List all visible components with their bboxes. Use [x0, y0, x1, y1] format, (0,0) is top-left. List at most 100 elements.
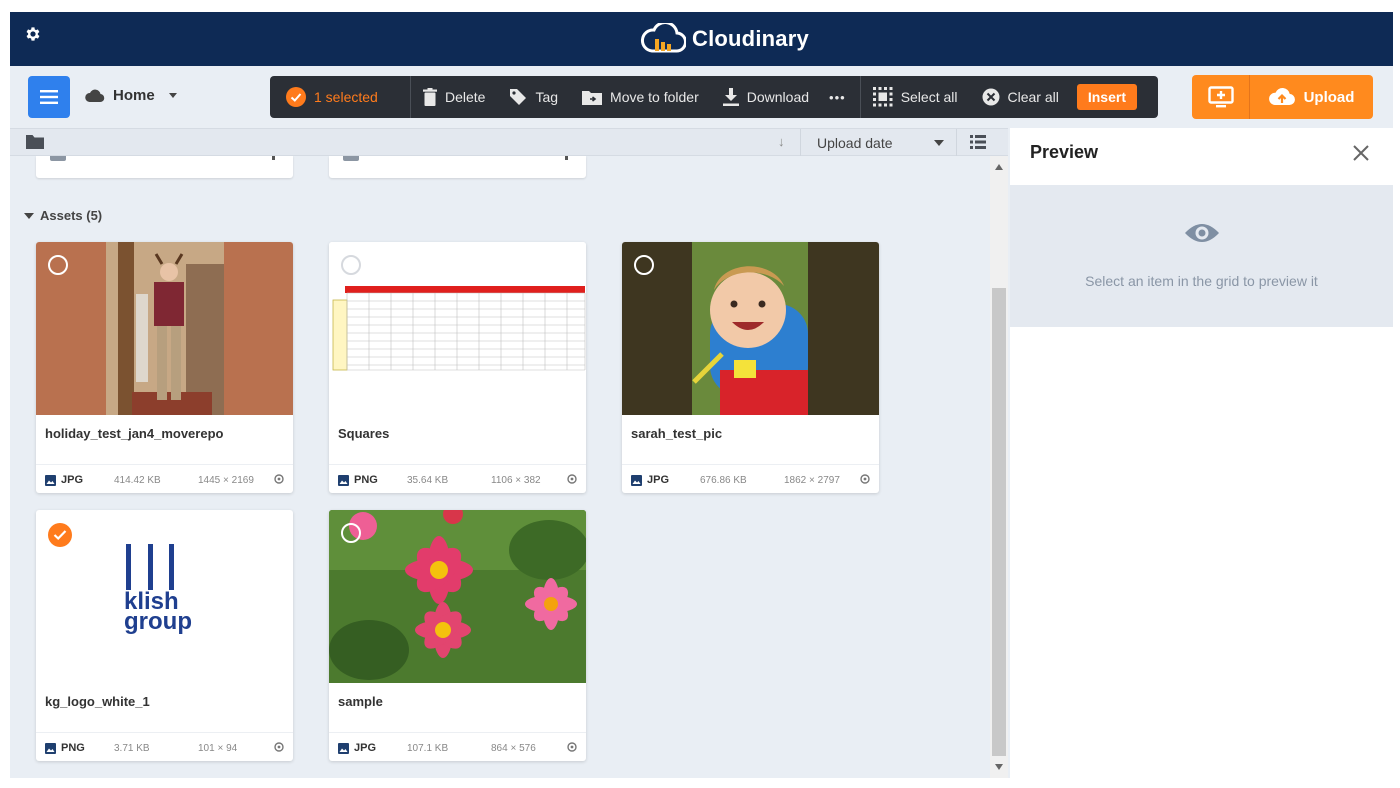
hamburger-icon	[40, 90, 58, 104]
select-checkbox[interactable]	[341, 523, 361, 543]
folder-card[interactable]	[329, 156, 586, 178]
asset-type: JPG	[631, 474, 669, 486]
close-icon[interactable]	[1352, 144, 1370, 162]
link-icon[interactable]	[274, 742, 284, 752]
asset-card-sarah[interactable]: sarah_test_pic JPG 676.86 KB 1862 × 2797	[622, 242, 879, 493]
home-folder-dropdown[interactable]: Home	[85, 87, 177, 104]
asset-type: PNG	[338, 474, 378, 486]
sort-field-select[interactable]: Upload date	[800, 129, 957, 156]
select-all-icon	[872, 87, 893, 107]
asset-size: 676.86 KB	[700, 475, 747, 486]
asset-name: Squares	[338, 426, 390, 441]
asset-card-holiday[interactable]: holiday_test_jan4_moverepo JPG 414.42 KB…	[36, 242, 293, 493]
asset-type-label: JPG	[61, 474, 84, 486]
check-circle-icon	[286, 87, 306, 107]
image-icon	[338, 742, 349, 754]
select-checkbox[interactable]	[341, 255, 361, 275]
asset-name: sarah_test_pic	[631, 426, 723, 441]
scroll-up-arrow[interactable]	[995, 164, 1003, 170]
tag-button[interactable]: Tag	[497, 76, 570, 118]
move-to-folder-button[interactable]: Move to folder	[570, 76, 711, 118]
cloudinary-logo: Cloudinary	[640, 22, 809, 56]
upload-button[interactable]: Upload	[1250, 75, 1373, 119]
delete-button[interactable]: Delete	[411, 76, 497, 118]
asset-grid: Assets (5) holiday_test_jan4_moverepo JP…	[10, 156, 990, 778]
select-checkbox[interactable]	[48, 255, 68, 275]
download-button[interactable]: Download	[711, 76, 821, 118]
link-icon[interactable]	[567, 742, 577, 752]
image-icon	[631, 474, 642, 486]
asset-dimensions: 101 × 94	[198, 743, 238, 754]
asset-meta: JPG 414.42 KB 1445 × 2169	[36, 464, 293, 493]
asset-thumbnail: klish group	[36, 510, 293, 683]
asset-size: 107.1 KB	[407, 743, 449, 754]
asset-dimensions: 864 × 576	[491, 743, 536, 754]
download-label: Download	[746, 89, 810, 105]
cloud-upload-icon	[1268, 88, 1295, 106]
move-to-folder-label: Move to folder	[610, 89, 699, 105]
add-screen-icon	[1207, 86, 1234, 108]
assets-section-toggle[interactable]: Assets (5)	[24, 208, 102, 223]
preview-title: Preview	[1030, 142, 1099, 162]
preview-header: Preview	[1010, 128, 1393, 184]
cloud-icon	[85, 89, 105, 102]
top-header: Cloudinary	[10, 12, 1393, 66]
image-icon	[338, 474, 349, 486]
selection-actions-bar: 1 selected Delete Tag Move to folder Dow…	[270, 76, 1158, 118]
folder-move-icon	[582, 91, 603, 105]
clear-all-button[interactable]: Clear all	[970, 76, 1071, 118]
sort-direction-arrow[interactable]: ↓	[778, 134, 785, 149]
folder-icon[interactable]	[26, 135, 44, 149]
brand-name: Cloudinary	[692, 26, 809, 51]
selected-count-label: 1 selected	[314, 89, 378, 105]
asset-dimensions: 1445 × 2169	[198, 475, 254, 486]
trash-icon	[423, 88, 437, 106]
link-icon[interactable]	[274, 474, 284, 484]
grid-scrollbar[interactable]	[990, 156, 1008, 778]
sort-bar: ↓ Upload date	[10, 128, 1008, 156]
download-icon	[722, 88, 739, 106]
more-actions-button[interactable]: •••	[821, 76, 860, 118]
folder-icon	[50, 156, 66, 161]
asset-card-kg-logo[interactable]: klish group kg_logo_white_1 PNG 3.71 KB …	[36, 510, 293, 761]
image-icon	[45, 742, 56, 754]
link-icon[interactable]	[860, 474, 870, 484]
asset-dimensions: 1106 × 382	[491, 475, 541, 486]
upload-from-source-button[interactable]	[1192, 75, 1250, 119]
selected-checkbox[interactable]	[48, 523, 72, 547]
home-label: Home	[113, 87, 155, 104]
asset-meta: PNG 3.71 KB 101 × 94	[36, 732, 293, 761]
cloud-logo-icon	[640, 23, 686, 53]
caret-down-icon	[24, 212, 34, 219]
toolbar: Home 1 selected Delete Tag Move to folde…	[10, 66, 1393, 128]
scroll-thumb[interactable]	[992, 288, 1006, 756]
asset-card-squares[interactable]: Squares PNG 35.64 KB 1106 × 382	[329, 242, 586, 493]
checkmark-icon	[53, 530, 67, 541]
insert-button[interactable]: Insert	[1076, 84, 1137, 110]
clear-all-label: Clear all	[1007, 89, 1059, 105]
logo-text-line2: group	[124, 608, 192, 635]
folder-menu-icon[interactable]	[565, 156, 568, 160]
preview-empty-state: Select an item in the grid to preview it	[1010, 185, 1393, 327]
link-icon[interactable]	[567, 474, 577, 484]
image-icon	[45, 474, 56, 486]
gear-icon[interactable]	[24, 25, 42, 43]
asset-card-sample[interactable]: sample JPG 107.1 KB 864 × 576	[329, 510, 586, 761]
tag-label: Tag	[535, 89, 559, 105]
menu-button[interactable]	[28, 76, 70, 118]
asset-size: 35.64 KB	[407, 475, 449, 486]
tag-icon	[510, 89, 527, 105]
select-checkbox[interactable]	[634, 255, 654, 275]
list-view-icon[interactable]	[970, 135, 986, 149]
upload-button-group: Upload	[1192, 75, 1373, 119]
asset-thumbnail	[329, 242, 586, 415]
asset-thumbnail	[36, 242, 293, 415]
media-library-window: Cloudinary Home 1 selected Delete Tag Mo…	[10, 12, 1393, 778]
folder-card[interactable]	[36, 156, 293, 178]
folder-menu-icon[interactable]	[272, 156, 275, 160]
select-all-button[interactable]: Select all	[861, 76, 970, 118]
selected-count[interactable]: 1 selected	[270, 76, 410, 118]
asset-name: sample	[338, 694, 383, 709]
scroll-down-arrow[interactable]	[995, 764, 1003, 770]
preview-empty-message: Select an item in the grid to preview it	[1085, 273, 1318, 289]
